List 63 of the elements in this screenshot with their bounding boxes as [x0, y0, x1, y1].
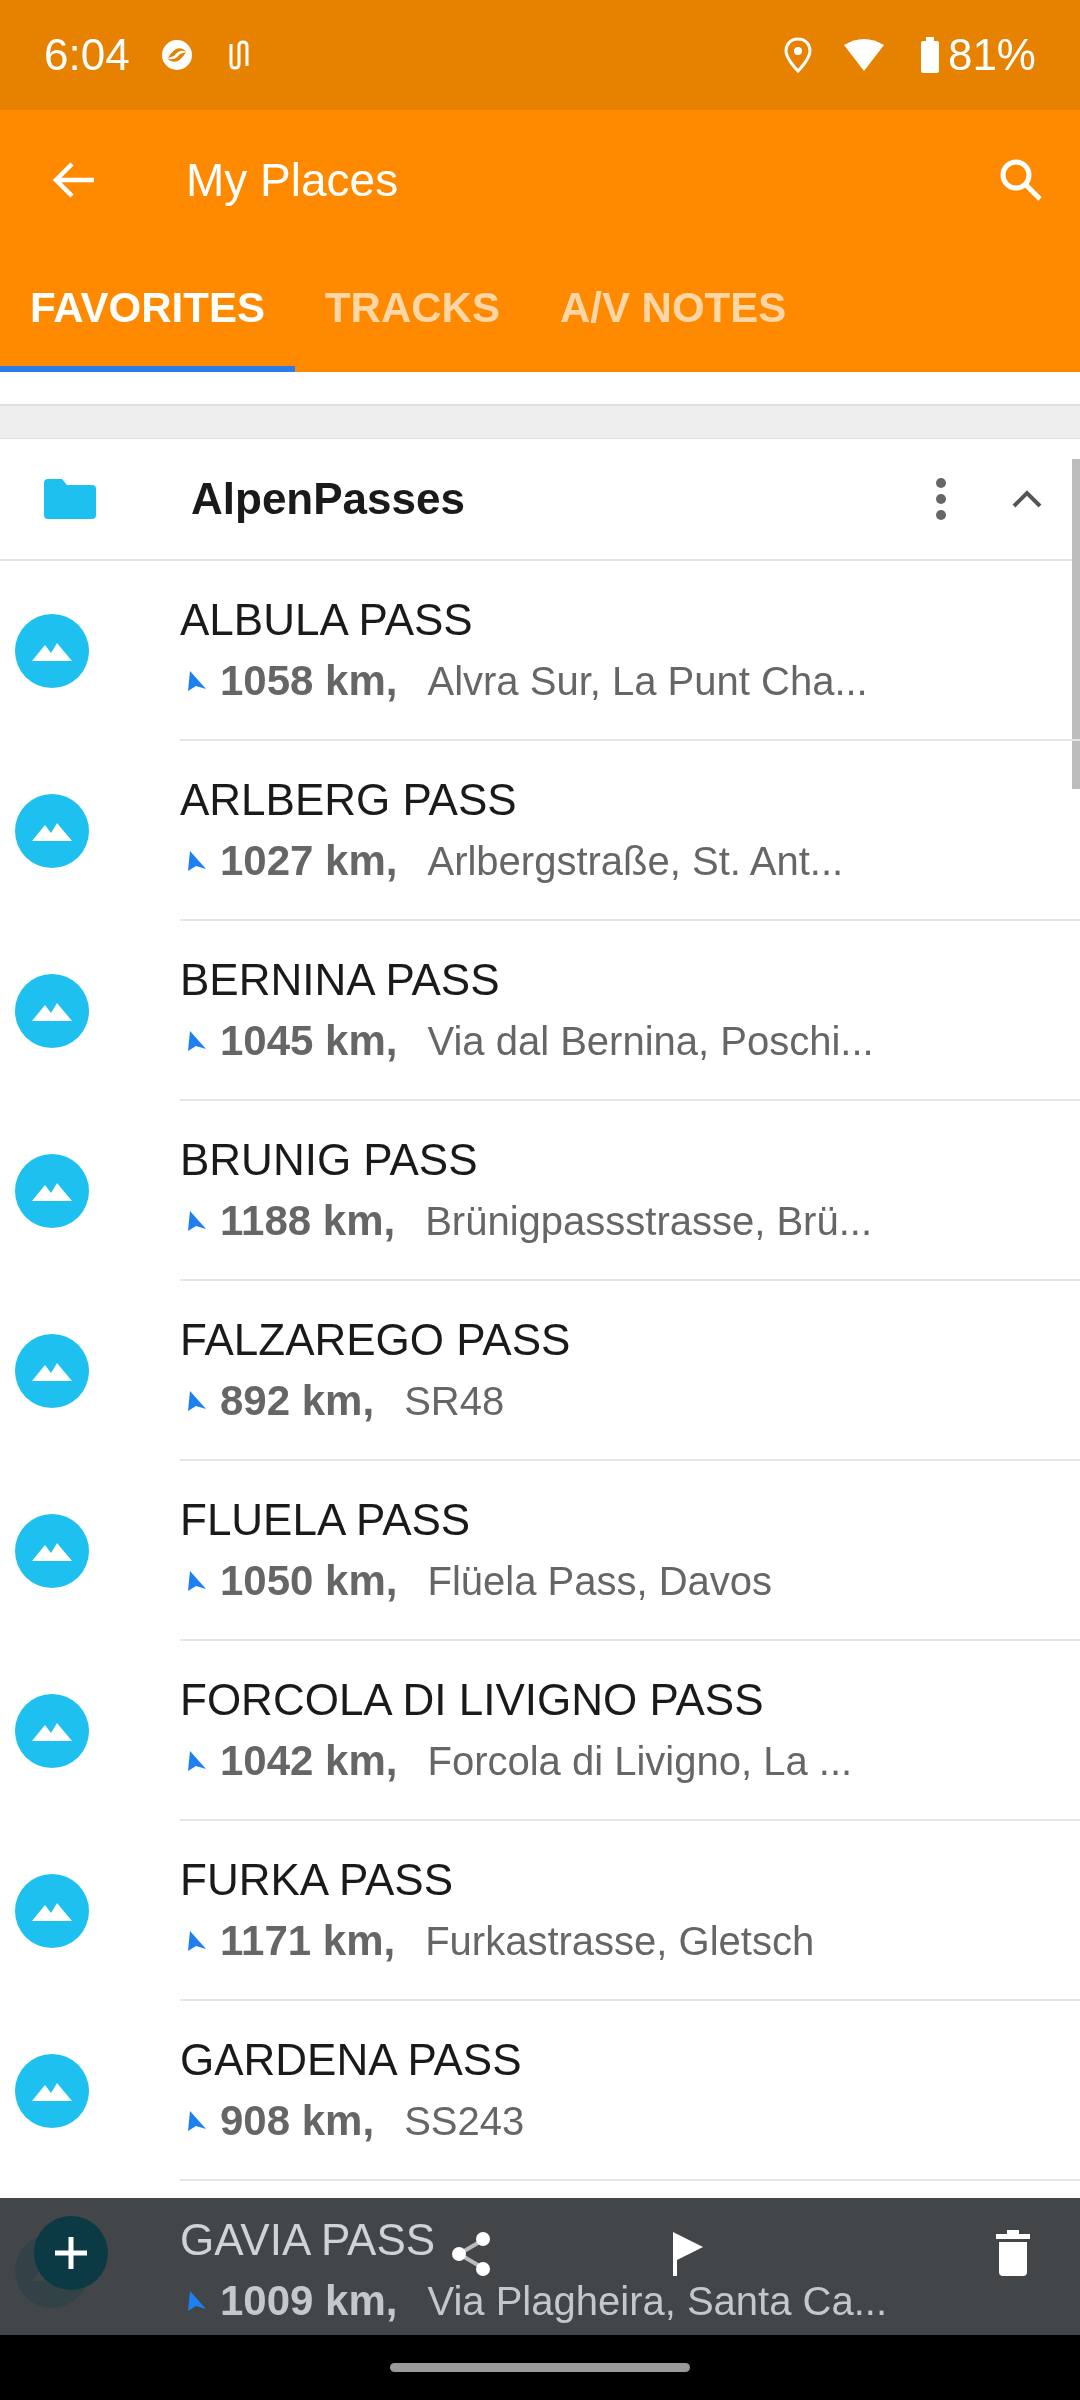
- place-address: SS243: [404, 2098, 525, 2144]
- mountain-icon: [15, 1874, 89, 1948]
- place-name: FALZAREGO PASS: [180, 1315, 571, 1365]
- navigation-arrow-icon: [186, 1569, 208, 1593]
- place-distance: 892 km,: [220, 1377, 375, 1425]
- place-distance: 1050 km,: [220, 1557, 398, 1605]
- place-distance: 1188 km,: [220, 1197, 396, 1245]
- mountain-icon: [15, 1154, 89, 1228]
- place-distance: 1058 km,: [220, 657, 398, 705]
- navigation-arrow-icon: [186, 1929, 208, 1953]
- mountain-icon: [15, 974, 89, 1048]
- delete-button[interactable]: [996, 2230, 1030, 2276]
- mountain-icon: [15, 794, 89, 868]
- mountain-icon: [15, 614, 89, 688]
- location-icon: [783, 37, 812, 73]
- navigation-arrow-icon: [186, 849, 208, 873]
- place-distance: 1171 km,: [220, 1917, 396, 1965]
- navigation-arrow-icon: [186, 2289, 208, 2313]
- battery-icon: [919, 37, 940, 73]
- toolbar-title: My Places: [186, 153, 400, 207]
- place-name: BRUNIG PASS: [180, 1135, 478, 1185]
- place-name: GARDENA PASS: [180, 2035, 522, 2085]
- place-distance: 1009 km,: [220, 2277, 398, 2325]
- place-distance: 908 km,: [220, 2097, 375, 2145]
- mountain-icon: [15, 2054, 89, 2128]
- status-time: 6:04: [44, 30, 130, 80]
- mountain-icon: [15, 1694, 89, 1768]
- tab[interactable]: TRACKS: [294, 250, 530, 372]
- folder-icon: [44, 479, 96, 519]
- navigation-arrow-icon: [186, 2109, 208, 2133]
- place-address: Flüela Pass, Davos: [427, 1558, 773, 1604]
- battery-percentage: 81%: [947, 30, 1036, 80]
- navigation-arrow-icon: [186, 1749, 208, 1773]
- place-address: Forcola di Livigno, La ...: [427, 1738, 853, 1784]
- navigation-arrow-icon: [186, 1209, 208, 1233]
- place-address: Via dal Bernina, Poschi...: [427, 1018, 874, 1064]
- mountain-icon: [15, 1514, 89, 1588]
- chevron-icon: [1010, 488, 1044, 510]
- place-name: FORCOLA DI LIVIGNO PASS: [180, 1675, 764, 1725]
- mountain-icon: [15, 1334, 89, 1408]
- flag-button[interactable]: [671, 2230, 705, 2276]
- place-distance: 1027 km,: [220, 837, 398, 885]
- tab[interactable]: A/V NOTES: [529, 250, 817, 372]
- group-title: AlpenPasses: [191, 474, 466, 524]
- place-name: ALBULA PASS: [180, 595, 473, 645]
- more-vertical-icon: [934, 477, 948, 521]
- place-address: Alvra Sur, La Punt Cha...: [427, 658, 868, 704]
- place-address: Via Plagheira, Santa Ca...: [427, 2278, 888, 2324]
- place-address: Furkastrasse, Gletsch: [425, 1918, 815, 1964]
- navigation-arrow-icon: [186, 1389, 208, 1413]
- place-name: FURKA PASS: [180, 1855, 454, 1905]
- place-name: ARLBERG PASS: [180, 775, 517, 825]
- navigation-arrow-icon: [186, 669, 208, 693]
- navigation-arrow-icon: [186, 1029, 208, 1053]
- place-address: Brünigpassstrasse, Brü...: [425, 1198, 873, 1244]
- place-name: BERNINA PASS: [180, 955, 500, 1005]
- place-distance: 1045 km,: [220, 1017, 398, 1065]
- place-address: SR48: [404, 1378, 505, 1424]
- place-name: FLUELA PASS: [180, 1495, 471, 1545]
- place-address: Arlbergstraße, St. Ant...: [427, 838, 844, 884]
- place-name: GAVIA PASS: [180, 2215, 436, 2265]
- share-button[interactable]: [449, 2230, 493, 2278]
- place-distance: 1042 km,: [220, 1737, 398, 1785]
